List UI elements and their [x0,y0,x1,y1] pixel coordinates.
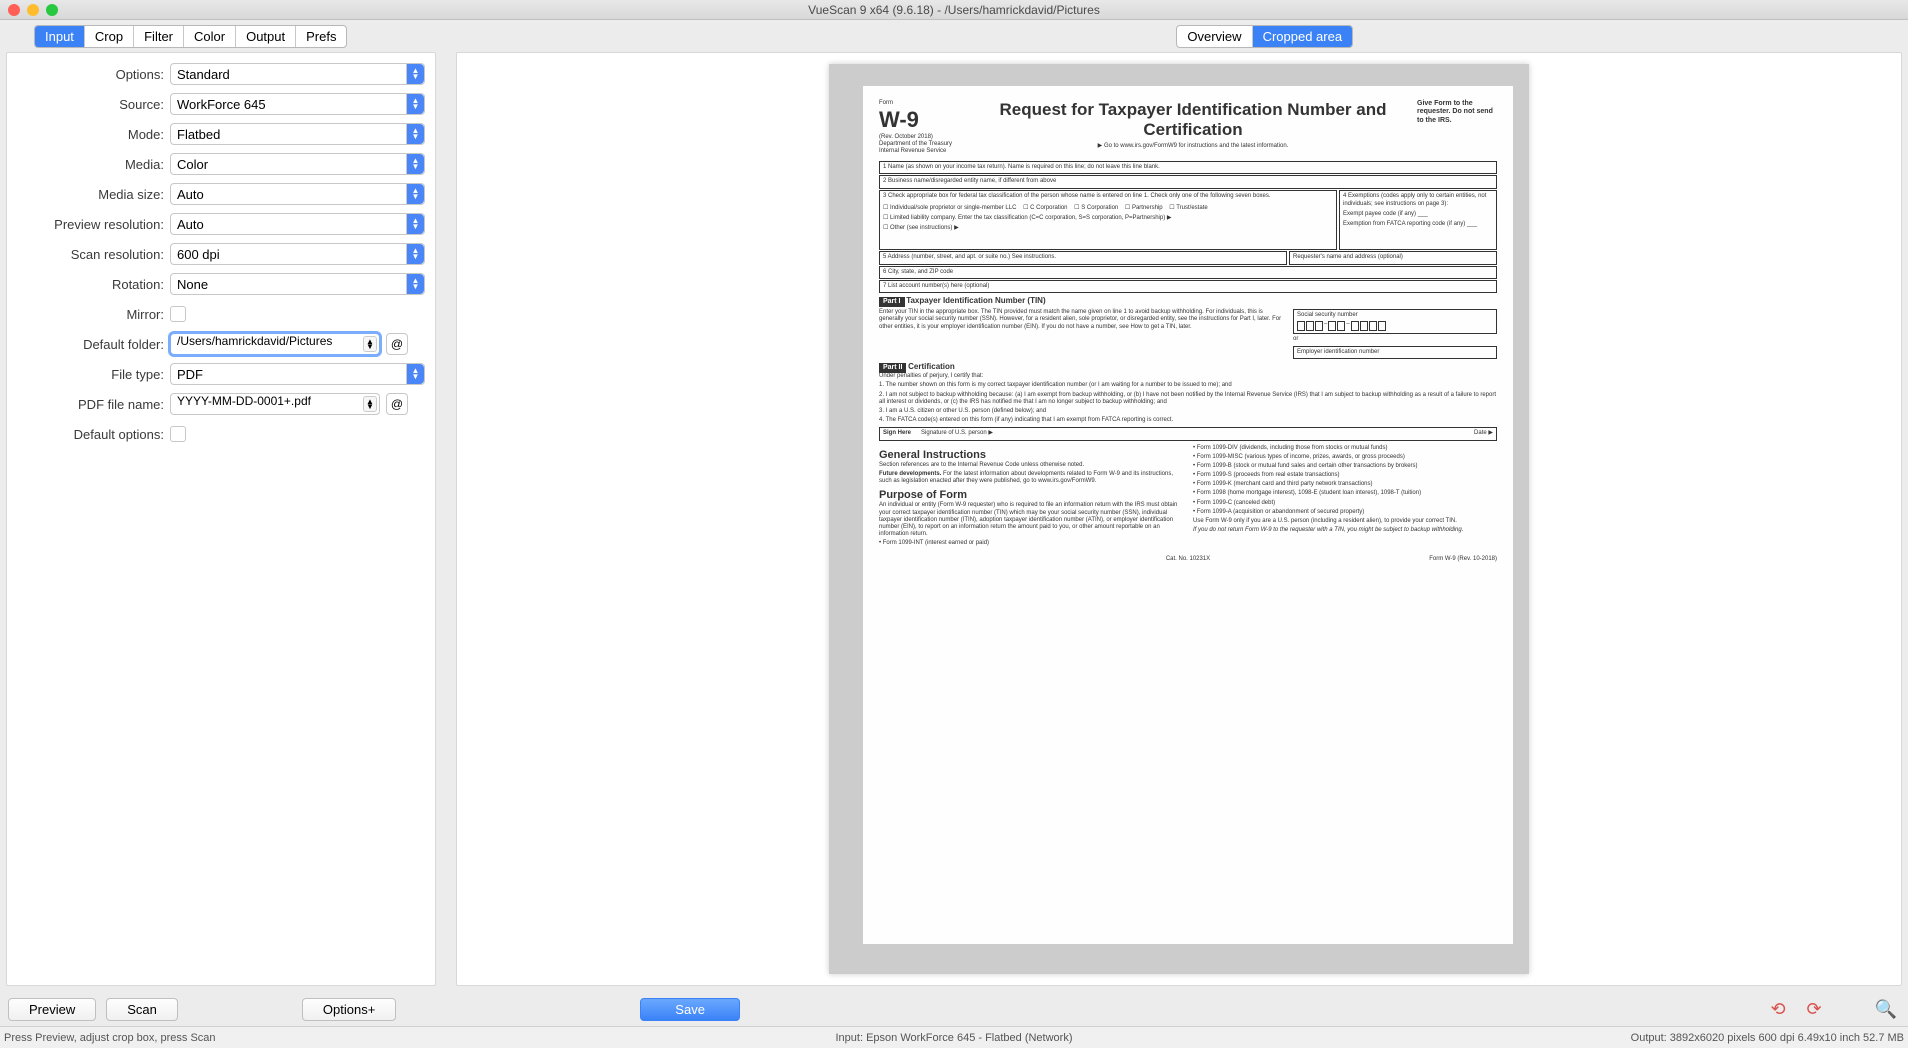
rotation-label: Rotation: [17,277,164,292]
preview-res-select[interactable]: Auto▲▼ [170,213,425,235]
top-toolbar: Input Crop Filter Color Output Prefs Ove… [0,20,1908,52]
chevron-updown-icon: ▲▼ [406,184,424,204]
mirror-checkbox[interactable] [170,306,186,322]
chevron-updown-icon: ▲▼ [406,364,424,384]
options-select[interactable]: Standard▲▼ [170,63,425,85]
tab-prefs[interactable]: Prefs [296,26,346,47]
zoom-in-icon[interactable]: 🔍 [1872,995,1900,1023]
preview-res-label: Preview resolution: [17,217,164,232]
mode-select[interactable]: Flatbed▲▼ [170,123,425,145]
maximize-window-icon[interactable] [46,4,58,16]
pdf-file-name-input[interactable]: YYYY-MM-DD-0001+.pdf▲▼ [170,393,380,415]
document-content: Form W-9 (Rev. October 2018) Department … [863,86,1513,944]
save-button[interactable]: Save [640,998,740,1021]
chevron-updown-icon: ▲▼ [406,154,424,174]
scan-preview[interactable]: Form W-9 (Rev. October 2018) Department … [829,64,1529,974]
pdf-file-name-at-button[interactable]: @ [386,393,408,415]
rotation-select[interactable]: None▲▼ [170,273,425,295]
status-left: Press Preview, adjust crop box, press Sc… [4,1032,216,1044]
default-folder-at-button[interactable]: @ [386,333,408,355]
default-options-label: Default options: [17,427,164,442]
media-size-select[interactable]: Auto▲▼ [170,183,425,205]
options-label: Options: [17,67,164,82]
preview-panel: Form W-9 (Rev. October 2018) Department … [456,52,1902,986]
main-content: Options: Standard▲▼ Source: WorkForce 64… [0,52,1908,992]
rotate-right-icon[interactable]: ⟳ [1800,995,1828,1023]
tab-overview[interactable]: Overview [1177,26,1252,47]
close-window-icon[interactable] [8,4,20,16]
tab-output[interactable]: Output [236,26,296,47]
chevron-updown-icon: ▲▼ [406,94,424,114]
media-size-label: Media size: [17,187,164,202]
chevron-updown-icon: ▲▼ [406,124,424,144]
file-type-label: File type: [17,367,164,382]
tab-filter[interactable]: Filter [134,26,184,47]
scan-res-select[interactable]: 600 dpi▲▼ [170,243,425,265]
chevron-updown-icon: ▲▼ [406,244,424,264]
default-options-checkbox[interactable] [170,426,186,442]
source-select[interactable]: WorkForce 645▲▼ [170,93,425,115]
tab-cropped-area[interactable]: Cropped area [1253,26,1353,47]
minimize-window-icon[interactable] [27,4,39,16]
chevron-updown-icon[interactable]: ▲▼ [363,336,377,352]
media-label: Media: [17,157,164,172]
chevron-updown-icon: ▲▼ [406,214,424,234]
tab-input[interactable]: Input [35,26,85,47]
status-right: Output: 3892x6020 pixels 600 dpi 6.49x10… [1631,1032,1904,1044]
options-plus-button[interactable]: Options+ [302,998,396,1021]
tab-crop[interactable]: Crop [85,26,134,47]
pdf-file-name-label: PDF file name: [17,397,164,412]
default-folder-input[interactable]: /Users/hamrickdavid/Pictures▲▼ [170,333,380,355]
source-label: Source: [17,97,164,112]
chevron-updown-icon: ▲▼ [406,274,424,294]
preview-tabs: Overview Cropped area [1176,25,1353,48]
window-title: VueScan 9 x64 (9.6.18) - /Users/hamrickd… [808,3,1100,17]
bottom-toolbar: Preview Scan Options+ Save ⟲ ⟳ 🔍 [0,992,1908,1026]
status-bar: Press Preview, adjust crop box, press Sc… [0,1026,1908,1048]
chevron-updown-icon[interactable]: ▲▼ [363,396,377,412]
scan-button[interactable]: Scan [106,998,178,1021]
settings-panel: Options: Standard▲▼ Source: WorkForce 64… [6,52,436,986]
mirror-label: Mirror: [17,307,164,322]
status-center: Input: Epson WorkForce 645 - Flatbed (Ne… [835,1032,1072,1044]
mode-label: Mode: [17,127,164,142]
file-type-select[interactable]: PDF▲▼ [170,363,425,385]
scan-res-label: Scan resolution: [17,247,164,262]
titlebar: VueScan 9 x64 (9.6.18) - /Users/hamrickd… [0,0,1908,20]
chevron-updown-icon: ▲▼ [406,64,424,84]
default-folder-label: Default folder: [17,337,164,352]
media-select[interactable]: Color▲▼ [170,153,425,175]
rotate-left-icon[interactable]: ⟲ [1764,995,1792,1023]
main-tabs: Input Crop Filter Color Output Prefs [34,25,347,48]
preview-button[interactable]: Preview [8,998,96,1021]
window-controls [8,4,58,16]
tab-color[interactable]: Color [184,26,236,47]
